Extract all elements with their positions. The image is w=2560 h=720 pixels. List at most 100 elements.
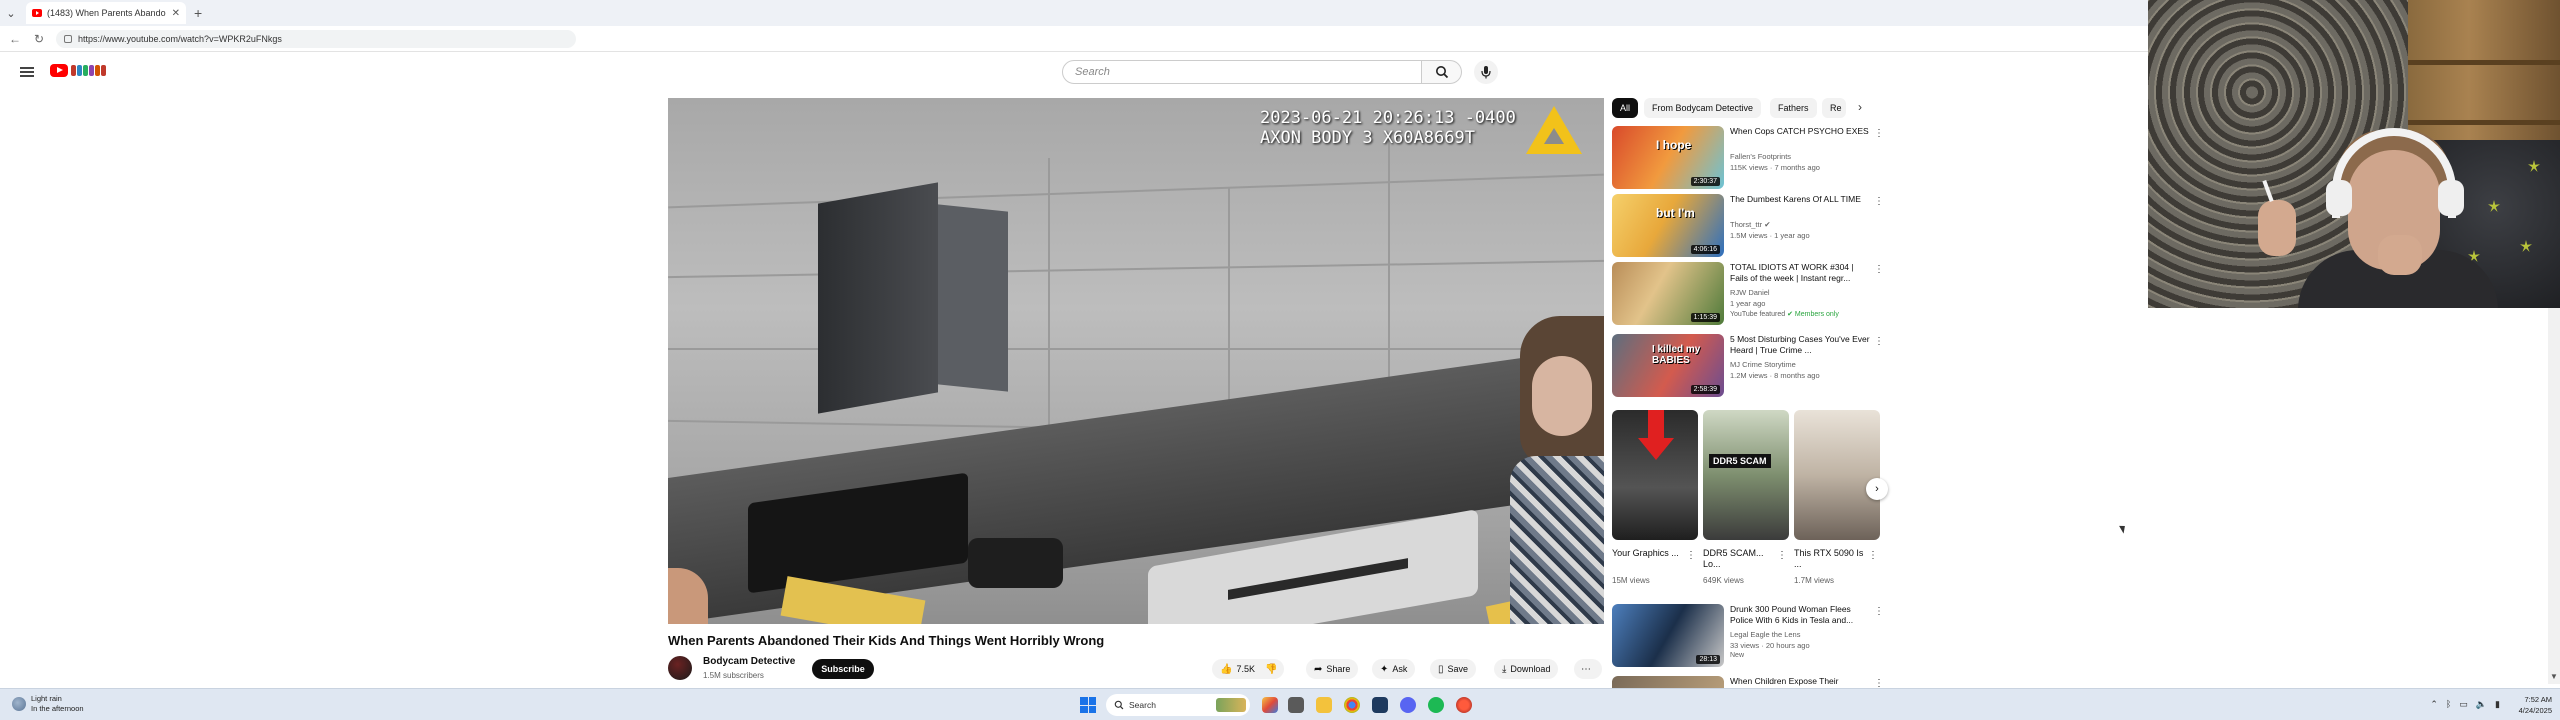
share-button[interactable]: ➦ Share (1306, 659, 1359, 679)
chevron-right-icon[interactable]: › (1858, 100, 1862, 114)
more-icon[interactable]: ⋮ (1868, 550, 1878, 561)
streamer-hand (2378, 235, 2422, 275)
scroll-down-icon[interactable]: ▼ (2550, 672, 2558, 681)
chip-from-channel[interactable]: From Bodycam Detective (1644, 98, 1762, 118)
more-icon[interactable]: ⋮ (1874, 128, 1884, 139)
more-icon[interactable]: ⋮ (1777, 550, 1787, 561)
rain-cloud-icon (12, 697, 26, 711)
short-title[interactable]: DDR5 SCAM... Lo... (1703, 548, 1773, 570)
close-tab-icon[interactable]: ✕ (172, 8, 180, 19)
battery-icon[interactable]: ▮ (2495, 699, 2500, 710)
video-thumbnail[interactable]: but I'm 4:06:16 (1612, 194, 1724, 257)
members-badge-text: Members only (1794, 311, 1839, 318)
related-video[interactable]: 1:15:39 TOTAL IDIOTS AT WORK #304 | Fail… (1612, 262, 1884, 326)
channel-name[interactable]: Legal Eagle the Lens (1730, 630, 1800, 639)
task-view-icon[interactable] (1288, 697, 1304, 713)
more-icon[interactable]: ⋮ (1874, 264, 1884, 275)
video-title[interactable]: The Dumbest Karens Of ALL TIME (1730, 194, 1870, 216)
streamer-hand (2258, 200, 2296, 256)
members-badge: ✔ Members only (1787, 311, 1839, 318)
search-button[interactable] (1422, 60, 1462, 84)
site-info-icon[interactable] (64, 34, 72, 43)
thumbs-up-icon[interactable]: 👍 (1220, 664, 1232, 675)
taskbar-search[interactable]: Search (1106, 694, 1250, 716)
more-icon[interactable]: ⋮ (1874, 336, 1884, 347)
like-count[interactable]: 7.5K (1236, 664, 1255, 674)
tab-list-chevron-icon[interactable]: ⌄ (0, 7, 22, 20)
video-thumbnail[interactable]: 28:13 (1612, 604, 1724, 667)
windows-start-icon[interactable] (1080, 697, 1096, 713)
tab-active[interactable]: (1483) When Parents Abando ✕ (26, 2, 186, 24)
address-bar[interactable]: https://www.youtube.com/watch?v=WPKR2uFN… (56, 29, 576, 48)
related-video[interactable]: I killed my BABIES 2:58:39 5 Most Distur… (1612, 334, 1884, 398)
channel-name[interactable]: MJ Crime Storytime (1730, 360, 1796, 369)
more-icon[interactable]: ⋮ (1874, 678, 1882, 688)
file-explorer-icon[interactable] (1316, 697, 1332, 713)
hamburger-menu-icon[interactable] (20, 67, 34, 77)
video-meta: 33 views · 20 hours ago (1730, 641, 1810, 650)
new-tab-icon[interactable]: + (194, 5, 202, 21)
more-icon[interactable]: ⋮ (1874, 196, 1884, 207)
save-button[interactable]: ▯ Save (1430, 659, 1477, 679)
voice-search-button[interactable] (1474, 60, 1498, 84)
video-thumbnail[interactable]: 1:15:39 (1612, 262, 1724, 325)
channel-avatar[interactable] (668, 656, 692, 680)
chrome-icon[interactable] (1344, 697, 1360, 713)
related-video[interactable]: When Children Expose Their ⋮ (1612, 676, 1882, 688)
reload-icon[interactable]: ↻ (32, 32, 46, 46)
volume-icon[interactable]: 🔈 (2476, 699, 2487, 710)
spotify-icon[interactable] (1428, 697, 1444, 713)
video-title[interactable]: Drunk 300 Pound Woman Flees Police With … (1730, 604, 1870, 626)
video-title[interactable]: When Cops CATCH PSYCHO EXES (1730, 126, 1870, 148)
video-player[interactable]: 2023-06-21 20:26:13 -0400 AXON BODY 3 X60… (668, 98, 1604, 624)
discord-icon[interactable] (1400, 697, 1416, 713)
more-icon[interactable]: ⋮ (1686, 550, 1696, 561)
search-input[interactable]: Search (1062, 60, 1422, 84)
page-scrollbar[interactable] (2548, 308, 2560, 684)
desk-phone (968, 538, 1063, 588)
youtube-logo[interactable] (50, 64, 106, 77)
network-icon[interactable]: ▭ (2459, 699, 2468, 710)
short-thumbnail[interactable] (1794, 410, 1880, 540)
back-icon[interactable]: ← (8, 32, 22, 46)
search-icon (1435, 66, 1448, 79)
video-thumbnail[interactable] (1612, 676, 1724, 688)
channel-name[interactable]: RJW Daniel (1730, 288, 1770, 297)
chip-all[interactable]: All (1612, 98, 1639, 118)
clock-time: 7:52 AM (2524, 695, 2552, 704)
system-tray: ⌃ ᛒ ▭ 🔈 ▮ (2430, 699, 2500, 710)
chip-related[interactable]: Re (1822, 98, 1846, 118)
more-actions-button[interactable]: ⋯ (1574, 659, 1602, 679)
weather-widget[interactable]: Light rain In the afternoon (12, 694, 84, 714)
short-title[interactable]: This RTX 5090 Is ... (1794, 548, 1864, 570)
channel-name[interactable]: Bodycam Detective (703, 656, 795, 667)
chevron-up-icon[interactable]: ⌃ (2430, 699, 2438, 710)
obs-icon[interactable] (1456, 697, 1472, 713)
short-title[interactable]: Your Graphics ... (1612, 548, 1682, 559)
more-icon: ⋯ (1581, 663, 1591, 675)
related-video[interactable]: 28:13 Drunk 300 Pound Woman Flees Police… (1612, 604, 1884, 668)
app-icon[interactable] (1372, 697, 1388, 713)
channel-name[interactable]: Fallen's Footprints (1730, 152, 1791, 161)
video-title[interactable]: 5 Most Disturbing Cases You've Ever Hear… (1730, 334, 1870, 356)
short-thumbnail[interactable]: DDR5 SCAM (1703, 410, 1789, 540)
video-duration: 2:58:39 (1690, 385, 1720, 394)
bluetooth-icon[interactable]: ᛒ (2446, 699, 2451, 710)
subscribe-button[interactable]: Subscribe (812, 659, 874, 679)
more-icon[interactable]: ⋮ (1874, 606, 1884, 617)
download-button[interactable]: ⤓ Download (1494, 659, 1559, 679)
video-thumbnail[interactable]: I hope 2:30:37 (1612, 126, 1724, 189)
shorts-next-button[interactable]: › (1866, 478, 1888, 500)
video-title[interactable]: When Children Expose Their (1730, 676, 1870, 688)
ask-button[interactable]: ✦ Ask (1372, 659, 1416, 679)
short-thumbnail[interactable] (1612, 410, 1698, 540)
related-video[interactable]: I hope 2:30:37 When Cops CATCH PSYCHO EX… (1612, 126, 1884, 190)
video-thumbnail[interactable]: I killed my BABIES 2:58:39 (1612, 334, 1724, 397)
video-title[interactable]: TOTAL IDIOTS AT WORK #304 | Fails of the… (1730, 262, 1870, 284)
copilot-icon[interactable] (1262, 697, 1278, 713)
channel-name[interactable]: Thorst_ttr ✔ (1730, 220, 1770, 229)
taskbar-clock[interactable]: 7:52 AM 4/24/2025 (2519, 694, 2552, 716)
thumbs-down-icon[interactable]: 👎 (1265, 664, 1277, 675)
related-video[interactable]: but I'm 4:06:16 The Dumbest Karens Of AL… (1612, 194, 1884, 258)
chip-fathers[interactable]: Fathers (1770, 98, 1817, 118)
